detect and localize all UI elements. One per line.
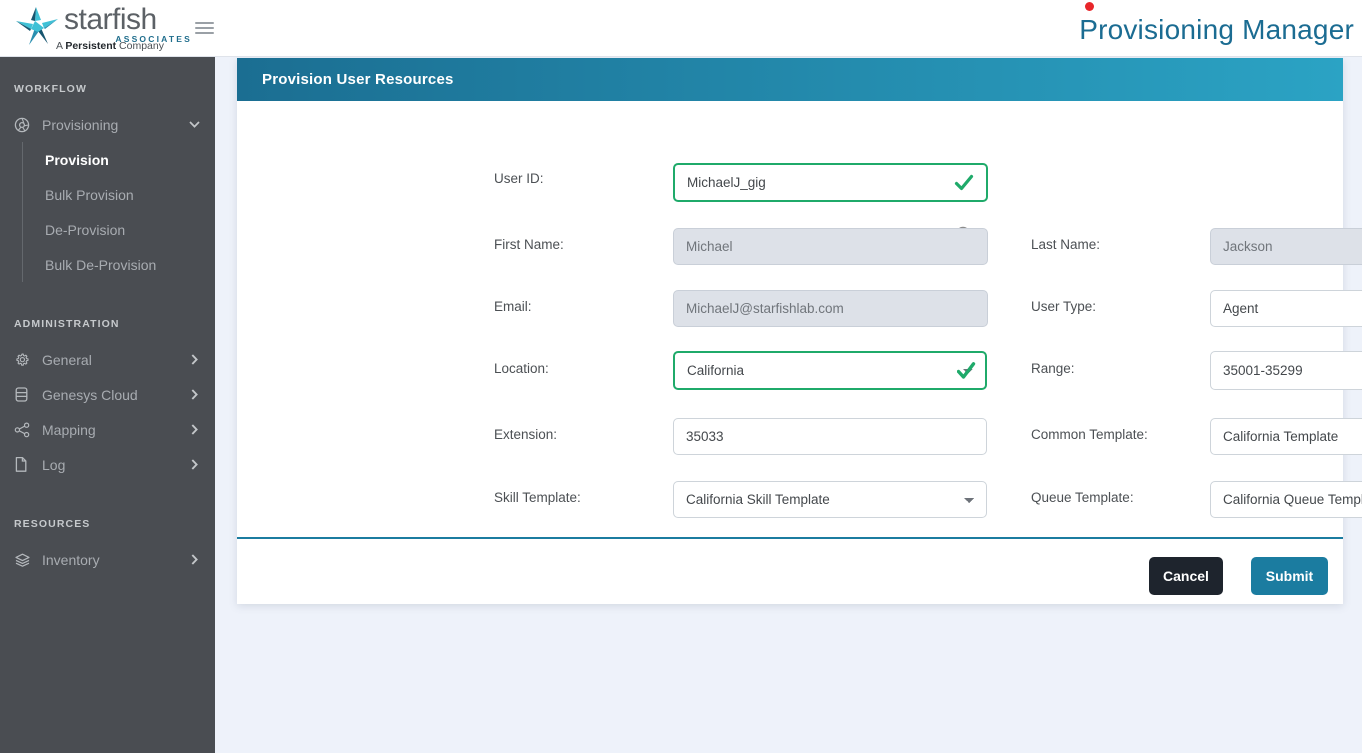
panel-title: Provision User Resources	[262, 71, 454, 88]
hamburger-line	[195, 32, 214, 34]
tagline-prefix: A	[56, 40, 66, 52]
brand-text: starfish ASSOCIATES	[64, 3, 194, 45]
brand-tagline: A Persistent Company	[56, 40, 164, 52]
hamburger-icon[interactable]	[195, 22, 214, 36]
range-select[interactable]: 35001-35299	[1210, 351, 1362, 390]
email-control	[673, 290, 988, 327]
chevron-right-icon	[187, 554, 201, 565]
sidebar-subitem-label: De-Provision	[45, 221, 126, 238]
provision-form: User ID: First Name: Last Name:	[237, 101, 1362, 526]
common-template-label: Common Template:	[1031, 427, 1148, 442]
file-icon	[14, 456, 36, 474]
first-name-control	[673, 228, 988, 265]
email-label: Email:	[494, 299, 532, 314]
cancel-button[interactable]: Cancel	[1149, 557, 1223, 595]
form-row-email-usertype: Email: User Type: Agent	[237, 290, 1362, 355]
tagline-suffix: Company	[116, 40, 164, 52]
tagline-bold: Persistent	[65, 40, 117, 52]
sidebar-item-bulk-provision[interactable]: Bulk Provision	[23, 177, 215, 212]
location-select[interactable]: California	[673, 351, 987, 390]
chevron-right-icon	[187, 424, 201, 435]
chevron-right-icon	[187, 459, 201, 470]
last-name-label: Last Name:	[1031, 237, 1101, 252]
user-id-control	[673, 163, 988, 202]
sidebar: WORKFLOW Provisioning Provision Bulk Pro…	[0, 57, 215, 753]
sidebar-item-mapping[interactable]: Mapping	[0, 412, 215, 447]
user-type-label: User Type:	[1031, 299, 1097, 314]
extension-control	[673, 418, 987, 455]
extension-input[interactable]	[673, 418, 987, 455]
sidebar-item-label: General	[42, 351, 92, 368]
sidebar-item-de-provision[interactable]: De-Provision	[23, 212, 215, 247]
sidebar-section-workflow: WORKFLOW	[14, 83, 87, 95]
starfish-star-icon	[16, 7, 58, 45]
queue-template-select[interactable]: California Queue Template	[1210, 481, 1362, 518]
provision-panel: Provision User Resources User ID: First …	[237, 58, 1362, 604]
sidebar-item-label: Log	[42, 456, 66, 473]
database-icon	[14, 386, 36, 404]
sidebar-subitem-label: Bulk Provision	[45, 186, 134, 203]
form-row-user-id: User ID:	[237, 163, 1343, 227]
hamburger-line	[195, 27, 214, 29]
sidebar-section-resources: RESOURCES	[14, 518, 91, 530]
sidebar-section-administration: ADMINISTRATION	[14, 318, 120, 330]
sidebar-item-label: Mapping	[42, 421, 96, 438]
sidebar-item-genesys-cloud[interactable]: Genesys Cloud	[0, 377, 215, 412]
sidebar-subitem-label: Bulk De-Provision	[45, 256, 157, 273]
common-template-select[interactable]: California Template	[1210, 418, 1362, 455]
layers-icon	[14, 551, 36, 569]
queue-template-control: California Queue Template	[1210, 481, 1362, 518]
sidebar-item-label: Inventory	[42, 551, 100, 568]
location-control: California	[673, 351, 987, 390]
chevron-right-icon	[187, 389, 201, 400]
chevron-down-icon	[187, 121, 201, 128]
brand-logo[interactable]: starfish ASSOCIATES A Persistent Company	[14, 2, 190, 54]
form-row-extension-common: Extension: Common Template: California T…	[237, 418, 1362, 483]
range-label: Range:	[1031, 361, 1075, 376]
form-row-location-range: Location: California Range: 35001-35299	[237, 351, 1362, 417]
gear-icon	[14, 351, 36, 369]
sidebar-subnav-provisioning: Provision Bulk Provision De-Provision Bu…	[22, 142, 215, 282]
chevron-right-icon	[187, 354, 201, 365]
range-control: 35001-35299	[1210, 351, 1362, 390]
first-name-input	[673, 228, 988, 265]
queue-template-label: Queue Template:	[1031, 490, 1134, 505]
first-name-label: First Name:	[494, 237, 564, 252]
sidebar-subitem-label: Provision	[45, 151, 109, 168]
sidebar-item-log[interactable]: Log	[0, 447, 215, 482]
sidebar-item-inventory[interactable]: Inventory	[0, 542, 215, 577]
provisioning-icon	[14, 116, 36, 134]
user-id-input[interactable]	[673, 163, 988, 202]
last-name-control	[1210, 228, 1362, 265]
sidebar-item-provision[interactable]: Provision	[23, 142, 215, 177]
user-id-label: User ID:	[494, 171, 544, 186]
page-title: Provisioning Manager	[1079, 14, 1354, 45]
location-label: Location:	[494, 361, 549, 376]
hamburger-line	[195, 22, 214, 24]
share-nodes-icon	[14, 421, 36, 439]
sidebar-item-label: Genesys Cloud	[42, 386, 138, 403]
skill-template-control: California Skill Template	[673, 481, 987, 518]
skill-template-select[interactable]: California Skill Template	[673, 481, 987, 518]
skill-template-label: Skill Template:	[494, 490, 581, 505]
sidebar-item-label: Provisioning	[42, 116, 119, 133]
sidebar-item-bulk-de-provision[interactable]: Bulk De-Provision	[23, 247, 215, 282]
user-type-select[interactable]: Agent	[1210, 290, 1362, 327]
panel-footer: Cancel Submit	[237, 539, 1343, 604]
brand-word: starfish	[64, 3, 157, 36]
panel-header: Provision User Resources	[237, 58, 1343, 101]
notification-dot-icon	[1085, 2, 1094, 11]
common-template-control: California Template	[1210, 418, 1362, 455]
submit-button[interactable]: Submit	[1251, 557, 1328, 595]
sidebar-item-provisioning[interactable]: Provisioning	[0, 107, 215, 142]
last-name-input	[1210, 228, 1362, 265]
form-row-names: First Name: Last Name:	[237, 228, 1362, 293]
user-type-control: Agent	[1210, 290, 1362, 327]
email-input	[673, 290, 988, 327]
extension-label: Extension:	[494, 427, 558, 442]
sidebar-item-general[interactable]: General	[0, 342, 215, 377]
top-bar: starfish ASSOCIATES A Persistent Company…	[0, 0, 1362, 57]
